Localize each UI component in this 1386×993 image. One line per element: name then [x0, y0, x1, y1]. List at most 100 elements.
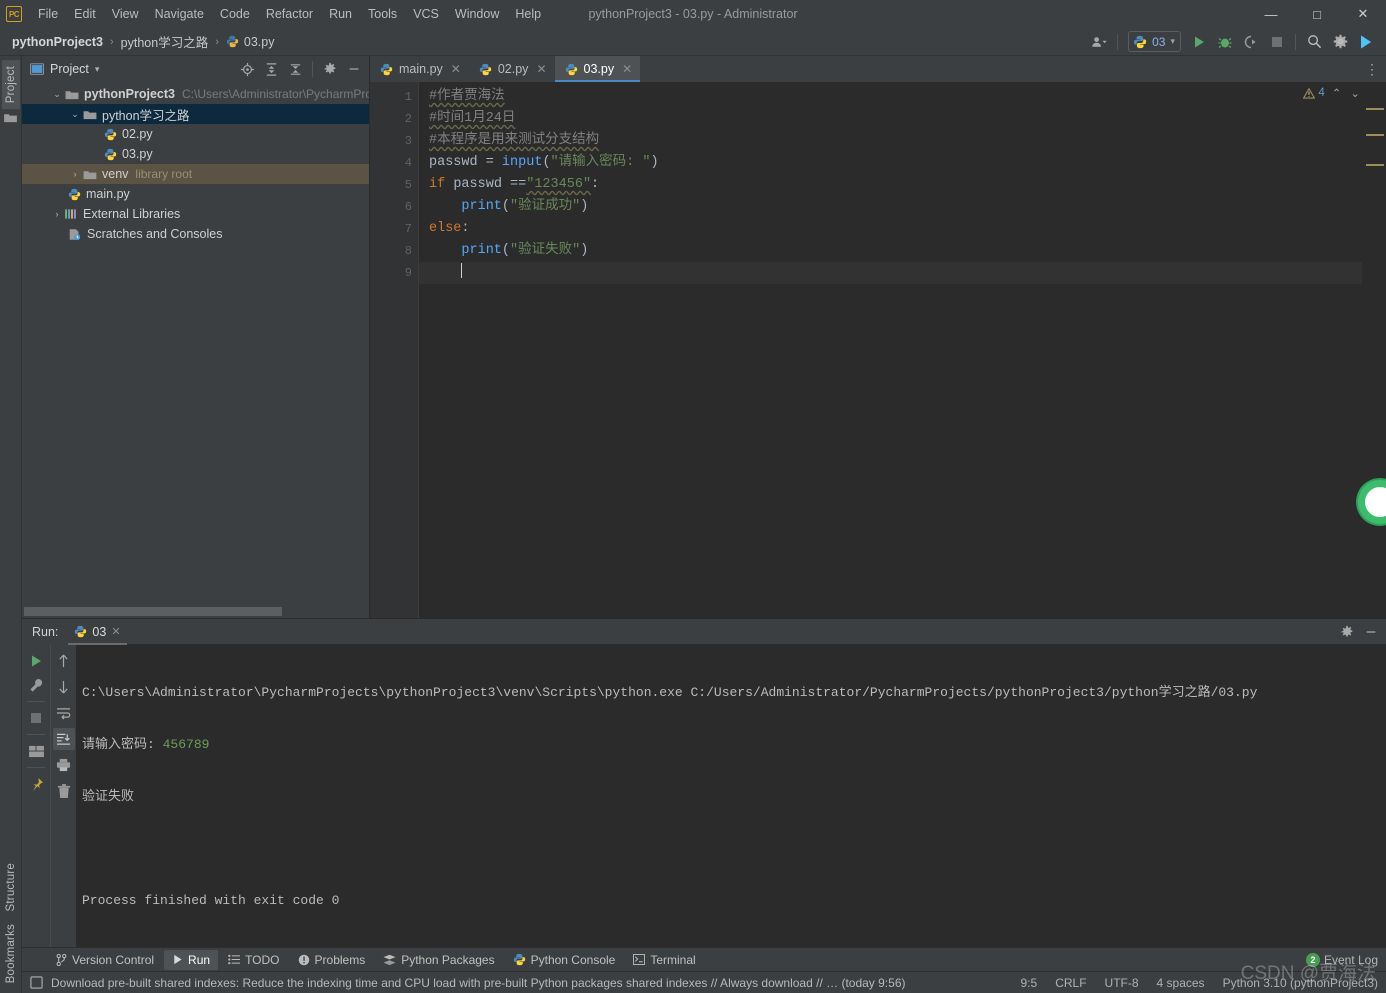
close-icon[interactable]: ✕	[451, 62, 461, 76]
minimize-button[interactable]: —	[1248, 0, 1294, 28]
inspection-widget[interactable]: 4 ⌃ ⌄	[1303, 86, 1360, 100]
breadcrumb-folder[interactable]: python学习之路	[121, 32, 209, 51]
problem-marker[interactable]	[1366, 108, 1384, 110]
editor-tab-main-py[interactable]: main.py ✕	[370, 56, 469, 82]
menu-vcs[interactable]: VCS	[405, 3, 447, 25]
more-options-icon[interactable]: ⋮	[1365, 61, 1380, 78]
bottom-tab-problems[interactable]: Problems	[290, 950, 374, 970]
menu-help[interactable]: Help	[507, 3, 549, 25]
scroll-to-end-icon[interactable]	[52, 728, 75, 750]
soft-wrap-icon[interactable]	[53, 702, 75, 724]
hide-icon[interactable]	[1360, 621, 1382, 643]
close-icon[interactable]: ✕	[111, 625, 120, 638]
sidebar-tab-project[interactable]: Project	[1, 60, 20, 110]
chevron-down-icon[interactable]: ▾	[95, 64, 100, 75]
editor-marker-bar[interactable]: 4 ⌃ ⌄	[1303, 82, 1386, 618]
up-arrow-icon[interactable]	[53, 650, 75, 672]
down-arrow-icon[interactable]	[53, 676, 75, 698]
notification-icon[interactable]	[30, 976, 43, 989]
close-icon[interactable]: ✕	[622, 62, 632, 76]
sidebar-tab-bookmarks[interactable]: Bookmarks	[2, 918, 20, 989]
settings-icon[interactable]	[319, 58, 341, 80]
chevron-right-icon[interactable]: ›	[68, 169, 82, 179]
tree-row[interactable]: ⌄ pythonProject3 C:\Users\Administrator\…	[22, 84, 369, 104]
run-icon[interactable]	[1187, 31, 1211, 53]
status-message[interactable]: Download pre-built shared indexes: Reduc…	[51, 976, 905, 990]
bottom-tab-run[interactable]: Run	[164, 949, 219, 970]
tree-row[interactable]: › venv library root	[22, 164, 369, 184]
run-configuration-selector[interactable]: 03 ▾	[1128, 31, 1181, 52]
code-content[interactable]: #作者贾海法 #时间1月24日 #本程序是用来测试分支结构 passwd = i…	[418, 82, 1362, 618]
settings-icon[interactable]	[1328, 31, 1352, 53]
tree-row[interactable]: 03.py	[22, 144, 369, 164]
scrollbar-thumb[interactable]	[24, 607, 282, 616]
menu-code[interactable]: Code	[212, 3, 258, 25]
locate-icon[interactable]	[236, 58, 258, 80]
expand-all-icon[interactable]	[260, 58, 282, 80]
tree-row[interactable]: › External Libraries	[22, 204, 369, 224]
menu-navigate[interactable]: Navigate	[147, 3, 212, 25]
indent-setting[interactable]: 4 spaces	[1157, 976, 1205, 990]
bottom-tab-todo[interactable]: TODO	[220, 950, 287, 970]
tree-row[interactable]: 02.py	[22, 124, 369, 144]
event-log-area[interactable]: 2 Event Log	[1305, 952, 1386, 967]
line-separator[interactable]: CRLF	[1055, 976, 1086, 990]
project-panel-title-group[interactable]: Project ▾	[30, 62, 99, 76]
menu-refactor[interactable]: Refactor	[258, 3, 321, 25]
wrench-icon[interactable]	[25, 674, 47, 696]
coverage-icon[interactable]	[1239, 31, 1263, 53]
menu-window[interactable]: Window	[447, 3, 507, 25]
caret-position[interactable]: 9:5	[1021, 976, 1038, 990]
python-interpreter[interactable]: Python 3.10 (pythonProject3)	[1223, 976, 1378, 990]
print-icon[interactable]	[53, 754, 75, 776]
breadcrumb-file[interactable]: 03.py	[226, 35, 274, 49]
layout-icon[interactable]	[25, 740, 47, 762]
trash-icon[interactable]	[53, 780, 75, 802]
bottom-tab-python-packages[interactable]: Python Packages	[375, 950, 502, 970]
pin-icon[interactable]	[25, 773, 47, 795]
prev-problem-icon[interactable]: ⌃	[1332, 86, 1342, 100]
search-icon[interactable]	[1302, 31, 1326, 53]
editor-tab-02-py[interactable]: 02.py ✕	[469, 56, 555, 82]
maximize-button[interactable]: □	[1294, 0, 1340, 28]
close-icon[interactable]: ✕	[536, 62, 546, 76]
settings-icon[interactable]	[1336, 621, 1358, 643]
tree-row[interactable]: Scratches and Consoles	[22, 224, 369, 244]
close-button[interactable]: ✕	[1340, 0, 1386, 28]
rerun-icon[interactable]	[25, 650, 47, 672]
chevron-right-icon[interactable]: ›	[50, 209, 64, 219]
debug-icon[interactable]	[1213, 31, 1237, 53]
menu-view[interactable]: View	[104, 3, 147, 25]
sidebar-tab-structure[interactable]: Structure	[2, 857, 20, 917]
breadcrumb-project[interactable]: pythonProject3	[12, 35, 103, 49]
file-encoding[interactable]: UTF-8	[1105, 976, 1139, 990]
event-log-button[interactable]: 2 Event Log	[1305, 952, 1378, 967]
problem-marker[interactable]	[1366, 134, 1384, 136]
menu-edit[interactable]: Edit	[66, 3, 104, 25]
bottom-tab-python-console[interactable]: Python Console	[505, 950, 624, 970]
stop-icon[interactable]	[1265, 31, 1289, 53]
editor-gutter[interactable]: 1 2 3 4 5 6 7 8 9	[370, 82, 418, 618]
collapse-all-icon[interactable]	[284, 58, 306, 80]
editor-tab-options[interactable]: ⋮	[1365, 56, 1386, 82]
run-console-output[interactable]: C:\Users\Administrator\PycharmProjects\p…	[76, 644, 1386, 947]
user-avatar-icon[interactable]	[1087, 31, 1111, 53]
chevron-down-icon[interactable]: ⌄	[50, 89, 64, 100]
run-session-tab[interactable]: 03 ✕	[68, 619, 127, 645]
bottom-tab-version-control[interactable]: Version Control	[48, 950, 162, 970]
project-tree-hscrollbar[interactable]	[22, 605, 369, 618]
menu-run[interactable]: Run	[321, 3, 360, 25]
menu-tools[interactable]: Tools	[360, 3, 405, 25]
chevron-down-icon[interactable]: ⌄	[68, 109, 82, 120]
bottom-tab-terminal[interactable]: Terminal	[625, 950, 703, 970]
next-problem-icon[interactable]: ⌄	[1350, 86, 1360, 100]
stop-icon[interactable]	[25, 707, 47, 729]
chevron-down-icon[interactable]: ▾	[1170, 36, 1175, 47]
updates-icon[interactable]	[1354, 31, 1378, 53]
hide-icon[interactable]	[343, 58, 365, 80]
problem-marker[interactable]	[1366, 164, 1384, 166]
tree-row[interactable]: main.py	[22, 184, 369, 204]
notification-orb-icon[interactable]	[1358, 480, 1386, 524]
editor-tab-03-py[interactable]: 03.py ✕	[554, 56, 641, 82]
menu-file[interactable]: File	[30, 3, 66, 25]
